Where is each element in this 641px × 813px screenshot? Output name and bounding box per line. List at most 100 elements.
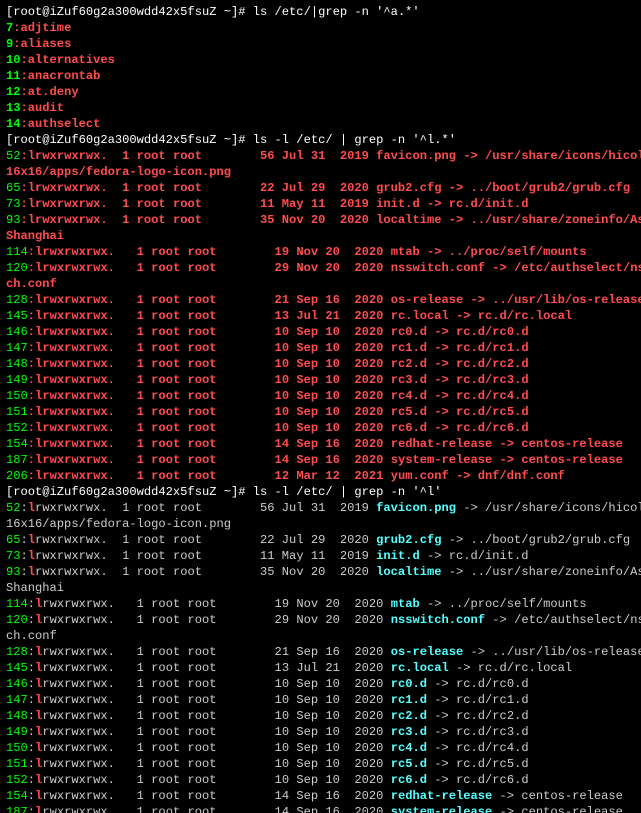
perm: rwxrwxrwx. 1 root root bbox=[42, 597, 216, 611]
link-name: redhat-release bbox=[391, 437, 493, 451]
ls-row: 146:lrwxrwxrwx. 1 root root 10 Sep 10 20… bbox=[6, 676, 635, 692]
match-text: :audit bbox=[21, 101, 65, 115]
ls-row: 128:lrwxrwxrwx. 1 root root 21 Sep 16 20… bbox=[6, 644, 635, 660]
link-target: -> ../usr/share/zoneinfo/Asia/ bbox=[441, 213, 641, 227]
meta: 29 Nov 20 2020 bbox=[217, 261, 391, 275]
ls-row: 152:lrwxrwxrwx. 1 root root 10 Sep 10 20… bbox=[6, 772, 635, 788]
shell-prompt: [root@iZuf60g2a300wdd42x5fsuZ ~]# bbox=[6, 5, 253, 19]
link-name: localtime bbox=[376, 565, 441, 579]
meta: 10 Sep 10 2020 bbox=[217, 725, 391, 739]
match-text: :adjtime bbox=[13, 21, 71, 35]
ls-row: 93:lrwxrwxrwx. 1 root root 35 Nov 20 202… bbox=[6, 212, 635, 228]
line-number: 73 bbox=[6, 549, 21, 563]
ls-row: 145:lrwxrwxrwx. 1 root root 13 Jul 21 20… bbox=[6, 660, 635, 676]
link-name: nsswitch.conf bbox=[391, 613, 485, 627]
perm: rwxrwxrwx. 1 root root bbox=[42, 613, 216, 627]
link-target: -> rc.d/rc5.d bbox=[427, 757, 529, 771]
line-number: 114 bbox=[6, 597, 28, 611]
ls-row: 151:lrwxrwxrwx. 1 root root 10 Sep 10 20… bbox=[6, 756, 635, 772]
ls-row: 65:lrwxrwxrwx. 1 root root 22 Jul 29 202… bbox=[6, 180, 635, 196]
link-name: rc2.d bbox=[391, 357, 427, 371]
meta: 13 Jul 21 2020 bbox=[217, 309, 391, 323]
perm: rwxrwxrwx. 1 root root bbox=[42, 373, 216, 387]
line-number: 150 bbox=[6, 389, 28, 403]
line-number: 152 bbox=[6, 421, 28, 435]
link-name: rc6.d bbox=[391, 773, 427, 787]
shell-prompt: [root@iZuf60g2a300wdd42x5fsuZ ~]# bbox=[6, 133, 253, 147]
link-target: -> rc.d/rc3.d bbox=[427, 725, 529, 739]
perm: rwxrwxrwx. 1 root root bbox=[42, 677, 216, 691]
match-text: :authselect bbox=[21, 117, 101, 131]
line-number: 128 bbox=[6, 645, 28, 659]
perm-l: l bbox=[28, 197, 35, 211]
line-number: 147 bbox=[6, 693, 28, 707]
grep-result-line: 7:adjtime bbox=[6, 20, 635, 36]
prompt-line[interactable]: [root@iZuf60g2a300wdd42x5fsuZ ~]# ls -l … bbox=[6, 132, 635, 148]
link-target: -> rc.d/rc3.d bbox=[427, 373, 529, 387]
link-name: rc4.d bbox=[391, 741, 427, 755]
line-number: 146 bbox=[6, 677, 28, 691]
ls-row: 152:lrwxrwxrwx. 1 root root 10 Sep 10 20… bbox=[6, 420, 635, 436]
meta: 29 Nov 20 2020 bbox=[217, 613, 391, 627]
meta: 10 Sep 10 2020 bbox=[217, 741, 391, 755]
ls-row: 148:lrwxrwxrwx. 1 root root 10 Sep 10 20… bbox=[6, 356, 635, 372]
link-name: localtime bbox=[376, 213, 441, 227]
match-text: :at.deny bbox=[21, 85, 79, 99]
link-name: rc1.d bbox=[391, 693, 427, 707]
meta: 21 Sep 16 2020 bbox=[217, 293, 391, 307]
perm: rwxrwxrwx. 1 root root bbox=[42, 437, 216, 451]
link-name: mtab bbox=[391, 245, 420, 259]
ls-row-continuation: 16x16/apps/fedora-logo-icon.png bbox=[6, 164, 635, 180]
link-name: yum.conf bbox=[391, 469, 449, 483]
continuation: 16x16/apps/fedora-logo-icon.png bbox=[6, 165, 231, 179]
perm: rwxrwxrwx. 1 root root bbox=[42, 725, 216, 739]
terminal[interactable]: [root@iZuf60g2a300wdd42x5fsuZ ~]# ls /et… bbox=[0, 0, 641, 813]
line-number: 52 bbox=[6, 149, 21, 163]
link-target: -> rc.d/rc5.d bbox=[427, 405, 529, 419]
link-name: rc5.d bbox=[391, 405, 427, 419]
line-number: 151 bbox=[6, 757, 28, 771]
line-number: 187 bbox=[6, 453, 28, 467]
meta: 10 Sep 10 2020 bbox=[217, 373, 391, 387]
meta: 14 Sep 16 2020 bbox=[217, 805, 391, 813]
perm: rwxrwxrwx. 1 root root bbox=[42, 261, 216, 275]
ls-row: 187:lrwxrwxrwx. 1 root root 14 Sep 16 20… bbox=[6, 804, 635, 813]
line-number: 52 bbox=[6, 501, 21, 515]
line-number: 120 bbox=[6, 613, 28, 627]
ls-row-continuation: 16x16/apps/fedora-logo-icon.png bbox=[6, 516, 635, 532]
link-name: system-release bbox=[391, 453, 493, 467]
ls-row: 114:lrwxrwxrwx. 1 root root 19 Nov 20 20… bbox=[6, 244, 635, 260]
link-target: -> dnf/dnf.conf bbox=[449, 469, 565, 483]
line-number: 151 bbox=[6, 405, 28, 419]
ls-row: 120:lrwxrwxrwx. 1 root root 29 Nov 20 20… bbox=[6, 612, 635, 628]
meta: 22 Jul 29 2020 bbox=[202, 533, 376, 547]
perm: rwxrwxrwx. 1 root root bbox=[42, 293, 216, 307]
perm: rwxrwxrwx. 1 root root bbox=[42, 661, 216, 675]
line-number: 154 bbox=[6, 437, 28, 451]
link-name: rc.local bbox=[391, 661, 449, 675]
ls-row: 147:lrwxrwxrwx. 1 root root 10 Sep 10 20… bbox=[6, 692, 635, 708]
ls-row: 150:lrwxrwxrwx. 1 root root 10 Sep 10 20… bbox=[6, 388, 635, 404]
perm: rwxrwxrwx. 1 root root bbox=[42, 805, 216, 813]
link-target: -> ../boot/grub2/grub.cfg bbox=[441, 533, 630, 547]
ls-row-continuation: ch.conf bbox=[6, 628, 635, 644]
link-name: rc0.d bbox=[391, 325, 427, 339]
link-name: rc3.d bbox=[391, 725, 427, 739]
perm: rwxrwxrwx. 1 root root bbox=[42, 741, 216, 755]
perm: rwxrwxrwx. 1 root root bbox=[42, 357, 216, 371]
prompt-line[interactable]: [root@iZuf60g2a300wdd42x5fsuZ ~]# ls -l … bbox=[6, 484, 635, 500]
line-number: 154 bbox=[6, 789, 28, 803]
line-number: 149 bbox=[6, 373, 28, 387]
line-number: 147 bbox=[6, 341, 28, 355]
ls-row: 151:lrwxrwxrwx. 1 root root 10 Sep 10 20… bbox=[6, 404, 635, 420]
perm-l: l bbox=[28, 149, 35, 163]
perm-l: l bbox=[28, 549, 35, 563]
link-name: rc2.d bbox=[391, 709, 427, 723]
perm-l: l bbox=[28, 213, 35, 227]
line-number: 65 bbox=[6, 533, 21, 547]
ls-row: 73:lrwxrwxrwx. 1 root root 11 May 11 201… bbox=[6, 196, 635, 212]
meta: 10 Sep 10 2020 bbox=[217, 709, 391, 723]
link-name: rc5.d bbox=[391, 757, 427, 771]
perm: rwxrwxrwx. 1 root root bbox=[42, 309, 216, 323]
prompt-line[interactable]: [root@iZuf60g2a300wdd42x5fsuZ ~]# ls /et… bbox=[6, 4, 635, 20]
